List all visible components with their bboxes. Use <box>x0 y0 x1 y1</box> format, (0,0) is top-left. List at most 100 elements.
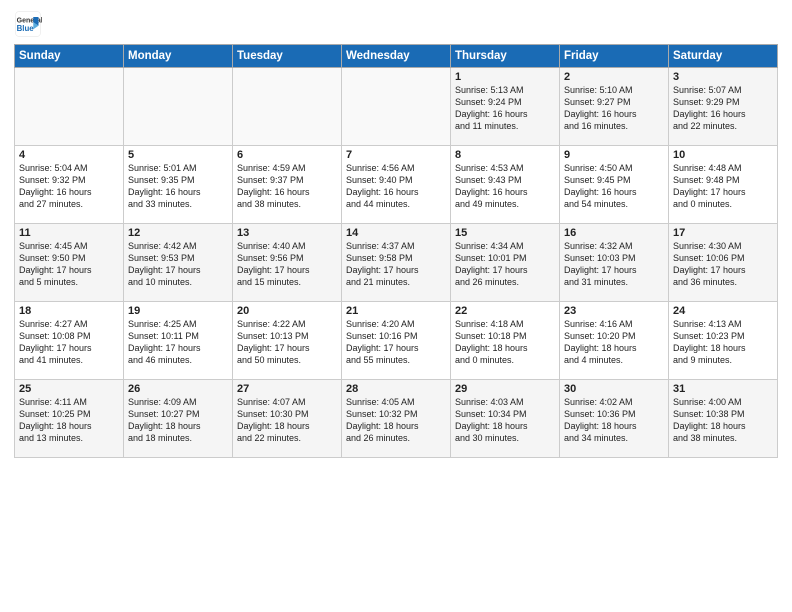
calendar-cell <box>15 68 124 146</box>
day-info: Sunrise: 4:00 AM Sunset: 10:38 PM Daylig… <box>673 397 746 443</box>
day-number: 13 <box>237 227 337 239</box>
day-info: Sunrise: 4:42 AM Sunset: 9:53 PM Dayligh… <box>128 241 201 287</box>
day-number: 4 <box>19 149 119 161</box>
calendar-cell: 4 Sunrise: 5:04 AM Sunset: 9:32 PM Daylig… <box>15 146 124 224</box>
calendar-header: SundayMondayTuesdayWednesdayThursdayFrid… <box>15 45 778 68</box>
svg-text:Blue: Blue <box>17 24 35 33</box>
day-info: Sunrise: 4:40 AM Sunset: 9:56 PM Dayligh… <box>237 241 310 287</box>
day-info: Sunrise: 4:45 AM Sunset: 9:50 PM Dayligh… <box>19 241 92 287</box>
calendar-cell: 16Sunrise: 4:32 AM Sunset: 10:03 PM Dayl… <box>560 224 669 302</box>
day-number: 18 <box>19 305 119 317</box>
calendar-cell: 18 Sunrise: 4:27 AM Sunset: 10:08 PM Dayl… <box>15 302 124 380</box>
day-number: 28 <box>346 383 446 395</box>
calendar-cell: 9Sunrise: 4:50 AM Sunset: 9:45 PM Daylig… <box>560 146 669 224</box>
day-number: 30 <box>564 383 664 395</box>
day-info: Sunrise: 4:11 AM Sunset: 10:25 PM Daylig… <box>19 397 92 443</box>
day-info: Sunrise: 4:34 AM Sunset: 10:01 PM Daylig… <box>455 241 528 287</box>
day-info: Sunrise: 5:10 AM Sunset: 9:27 PM Dayligh… <box>564 85 637 131</box>
weekday-header-thursday: Thursday <box>451 45 560 68</box>
week-row-3: 11 Sunrise: 4:45 AM Sunset: 9:50 PM Dayli… <box>15 224 778 302</box>
calendar-cell: 28 Sunrise: 4:05 AM Sunset: 10:32 PM Dayl… <box>342 380 451 458</box>
calendar-cell: 10 Sunrise: 4:48 AM Sunset: 9:48 PM Dayli… <box>669 146 778 224</box>
calendar-cell: 24 Sunrise: 4:13 AM Sunset: 10:23 PM Dayl… <box>669 302 778 380</box>
calendar-cell: 14Sunrise: 4:37 AM Sunset: 9:58 PM Dayli… <box>342 224 451 302</box>
calendar-cell: 17Sunrise: 4:30 AM Sunset: 10:06 PM Dayl… <box>669 224 778 302</box>
day-info: Sunrise: 4:18 AM Sunset: 10:18 PM Daylig… <box>455 319 528 365</box>
calendar-cell: 13 Sunrise: 4:40 AM Sunset: 9:56 PM Dayli… <box>233 224 342 302</box>
calendar-cell: 7 Sunrise: 4:56 AM Sunset: 9:40 PM Daylig… <box>342 146 451 224</box>
calendar-cell: 12 Sunrise: 4:42 AM Sunset: 9:53 PM Dayli… <box>124 224 233 302</box>
day-number: 2 <box>564 71 664 83</box>
logo: General Blue <box>14 10 42 38</box>
day-info: Sunrise: 4:16 AM Sunset: 10:20 PM Daylig… <box>564 319 637 365</box>
day-number: 10 <box>673 149 773 161</box>
day-number: 26 <box>128 383 228 395</box>
day-number: 6 <box>237 149 337 161</box>
calendar-table: SundayMondayTuesdayWednesdayThursdayFrid… <box>14 44 778 458</box>
calendar-cell <box>342 68 451 146</box>
calendar-cell: 31 Sunrise: 4:00 AM Sunset: 10:38 PM Dayl… <box>669 380 778 458</box>
calendar-cell: 22 Sunrise: 4:18 AM Sunset: 10:18 PM Dayl… <box>451 302 560 380</box>
day-number: 19 <box>128 305 228 317</box>
calendar-cell: 19 Sunrise: 4:25 AM Sunset: 10:11 PM Dayl… <box>124 302 233 380</box>
day-info: Sunrise: 4:53 AM Sunset: 9:43 PM Dayligh… <box>455 163 528 209</box>
day-info: Sunrise: 4:13 AM Sunset: 10:23 PM Daylig… <box>673 319 746 365</box>
day-number: 31 <box>673 383 773 395</box>
day-info: Sunrise: 4:50 AM Sunset: 9:45 PM Dayligh… <box>564 163 637 209</box>
calendar-cell: 29Sunrise: 4:03 AM Sunset: 10:34 PM Dayl… <box>451 380 560 458</box>
weekday-header-monday: Monday <box>124 45 233 68</box>
week-row-5: 25 Sunrise: 4:11 AM Sunset: 10:25 PM Dayl… <box>15 380 778 458</box>
weekday-row: SundayMondayTuesdayWednesdayThursdayFrid… <box>15 45 778 68</box>
day-info: Sunrise: 4:56 AM Sunset: 9:40 PM Dayligh… <box>346 163 419 209</box>
calendar-cell: 30 Sunrise: 4:02 AM Sunset: 10:36 PM Dayl… <box>560 380 669 458</box>
day-info: Sunrise: 4:27 AM Sunset: 10:08 PM Daylig… <box>19 319 92 365</box>
calendar-cell: 15 Sunrise: 4:34 AM Sunset: 10:01 PM Dayl… <box>451 224 560 302</box>
calendar-cell: 2 Sunrise: 5:10 AM Sunset: 9:27 PM Daylig… <box>560 68 669 146</box>
day-info: Sunrise: 4:48 AM Sunset: 9:48 PM Dayligh… <box>673 163 746 209</box>
day-number: 11 <box>19 227 119 239</box>
day-number: 15 <box>455 227 555 239</box>
day-info: Sunrise: 5:04 AM Sunset: 9:32 PM Dayligh… <box>19 163 92 209</box>
day-info: Sunrise: 4:20 AM Sunset: 10:16 PM Daylig… <box>346 319 419 365</box>
calendar-cell: 8Sunrise: 4:53 AM Sunset: 9:43 PM Daylig… <box>451 146 560 224</box>
day-info: Sunrise: 4:37 AM Sunset: 9:58 PM Dayligh… <box>346 241 419 287</box>
weekday-header-friday: Friday <box>560 45 669 68</box>
day-number: 17 <box>673 227 773 239</box>
day-number: 24 <box>673 305 773 317</box>
calendar-cell: 25 Sunrise: 4:11 AM Sunset: 10:25 PM Dayl… <box>15 380 124 458</box>
day-info: Sunrise: 4:03 AM Sunset: 10:34 PM Daylig… <box>455 397 528 443</box>
calendar-cell: 1 Sunrise: 5:13 AM Sunset: 9:24 PM Daylig… <box>451 68 560 146</box>
calendar-cell: 11 Sunrise: 4:45 AM Sunset: 9:50 PM Dayli… <box>15 224 124 302</box>
weekday-header-saturday: Saturday <box>669 45 778 68</box>
week-row-4: 18 Sunrise: 4:27 AM Sunset: 10:08 PM Dayl… <box>15 302 778 380</box>
weekday-header-sunday: Sunday <box>15 45 124 68</box>
calendar-cell <box>124 68 233 146</box>
day-number: 3 <box>673 71 773 83</box>
day-number: 5 <box>128 149 228 161</box>
day-number: 27 <box>237 383 337 395</box>
day-number: 22 <box>455 305 555 317</box>
calendar-cell: 3Sunrise: 5:07 AM Sunset: 9:29 PM Daylig… <box>669 68 778 146</box>
logo-icon: General Blue <box>14 10 42 38</box>
day-info: Sunrise: 4:07 AM Sunset: 10:30 PM Daylig… <box>237 397 310 443</box>
day-number: 1 <box>455 71 555 83</box>
day-number: 20 <box>237 305 337 317</box>
day-info: Sunrise: 4:25 AM Sunset: 10:11 PM Daylig… <box>128 319 201 365</box>
day-number: 7 <box>346 149 446 161</box>
day-number: 23 <box>564 305 664 317</box>
day-number: 12 <box>128 227 228 239</box>
calendar-cell <box>233 68 342 146</box>
day-info: Sunrise: 5:13 AM Sunset: 9:24 PM Dayligh… <box>455 85 528 131</box>
day-info: Sunrise: 4:59 AM Sunset: 9:37 PM Dayligh… <box>237 163 310 209</box>
day-info: Sunrise: 4:05 AM Sunset: 10:32 PM Daylig… <box>346 397 419 443</box>
calendar-body: 1 Sunrise: 5:13 AM Sunset: 9:24 PM Daylig… <box>15 68 778 458</box>
calendar-cell: 26Sunrise: 4:09 AM Sunset: 10:27 PM Dayl… <box>124 380 233 458</box>
day-number: 21 <box>346 305 446 317</box>
day-info: Sunrise: 4:22 AM Sunset: 10:13 PM Daylig… <box>237 319 310 365</box>
header: General Blue <box>14 10 778 38</box>
calendar-cell: 27 Sunrise: 4:07 AM Sunset: 10:30 PM Dayl… <box>233 380 342 458</box>
calendar-cell: 6 Sunrise: 4:59 AM Sunset: 9:37 PM Daylig… <box>233 146 342 224</box>
calendar-cell: 23 Sunrise: 4:16 AM Sunset: 10:20 PM Dayl… <box>560 302 669 380</box>
day-info: Sunrise: 4:02 AM Sunset: 10:36 PM Daylig… <box>564 397 637 443</box>
day-number: 25 <box>19 383 119 395</box>
